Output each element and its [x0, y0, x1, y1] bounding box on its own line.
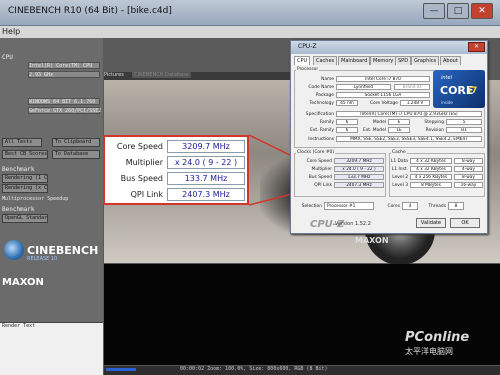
callout-bus-speed-value: 133.7 MHz: [167, 172, 245, 185]
tab-mainboard[interactable]: Mainboard: [338, 56, 371, 65]
cpu-name-value: Intel Core i7 870: [336, 76, 430, 82]
l2-label: Level 2: [392, 175, 408, 180]
l2-way: 8-way: [454, 174, 483, 180]
clock-core-speed-value: 3209.7 MHz: [334, 158, 384, 164]
cpuz-close-button[interactable]: ✕: [468, 42, 485, 52]
package-value: Socket 1156 LGA: [336, 92, 430, 98]
l1d-value: 4 x 32 KBytes: [410, 158, 452, 164]
pconline-watermark: PConline: [405, 330, 470, 345]
validate-button[interactable]: Validate: [416, 218, 446, 228]
l1d-label: L1 Data: [390, 159, 408, 164]
tab-caches[interactable]: Caches: [313, 56, 338, 65]
ext-family-label: Ext. Family: [309, 128, 334, 133]
l1d-way: 8-way: [454, 158, 483, 164]
cpuz-titlebar: [291, 41, 487, 54]
inside-logo-text: inside: [441, 100, 453, 105]
clock-qpi-label: QPI Link: [314, 183, 332, 188]
cpuz-version: Version 1.52.2: [335, 221, 371, 227]
revision-value: B1: [446, 127, 482, 133]
codename-value: Lynnfield: [336, 84, 391, 90]
i7-logo-text: i7: [468, 86, 478, 96]
tab-spd[interactable]: SPD: [395, 56, 412, 65]
instructions-value: MMX, SSE, SSE2, SSE3, SSSE3, SSE4.1, SSE…: [336, 136, 482, 142]
callout-core-speed-label: Core Speed: [116, 142, 163, 151]
clocks-group-label: Clocks (Core #0): [296, 150, 336, 155]
callout-multiplier-label: Multiplier: [125, 158, 163, 167]
model-label: Model: [372, 120, 386, 125]
family-label: Family: [319, 120, 334, 125]
cache-group-label: Cache: [391, 150, 407, 155]
processor-group-label: Processor: [296, 67, 320, 72]
l1i-way: 4-way: [454, 166, 483, 172]
pconline-chinese-watermark: 太平洋电脑网: [405, 347, 453, 356]
selection-label: Selection: [301, 204, 322, 209]
l2-value: 4 x 256 KBytes: [410, 174, 452, 180]
clock-qpi-value: 2407.3 MHz: [334, 182, 384, 188]
clock-multiplier-label: Multiplier: [311, 167, 332, 172]
threads-label: Threads: [428, 204, 446, 209]
cores-value: 4: [402, 202, 418, 210]
family-value: 6: [336, 119, 358, 125]
selection-dropdown[interactable]: Processor #1: [324, 202, 374, 210]
callout-multiplier-value: x 24.0 ( 9 - 22 ): [167, 156, 245, 169]
cpuz-title: CPU-Z: [298, 43, 317, 50]
specification-value: Intel(R) Core(TM) i7 CPU 870 @ 2.93GHz (…: [336, 111, 482, 117]
model-value: E: [388, 119, 410, 125]
clock-core-speed-label: Core Speed: [306, 159, 332, 164]
technology-label: Technology: [309, 101, 334, 106]
ext-family-value: 6: [336, 127, 358, 133]
close-icon: ✕: [473, 43, 480, 50]
intel-logo-text: intel: [441, 75, 452, 81]
tab-cpu[interactable]: CPU: [294, 56, 311, 65]
threads-value: 8: [448, 202, 464, 210]
package-label: Package: [315, 93, 334, 98]
revision-label: Revision: [425, 128, 444, 133]
clock-bus-speed-label: Bus Speed: [308, 175, 332, 180]
specification-label: Specification: [305, 112, 334, 117]
callout-qpi-value: 2407.3 MHz: [167, 188, 245, 201]
stepping-value: 5: [446, 119, 482, 125]
core-voltage-value: 1.248 V: [400, 100, 430, 106]
callout-qpi-label: QPI Link: [130, 190, 163, 199]
clock-bus-speed-value: 133.7 MHz: [334, 174, 384, 180]
cores-label: Cores: [387, 204, 400, 209]
codename-label: Code Name: [308, 85, 334, 90]
l3-way: 16-way: [454, 182, 483, 188]
l3-value: 8 MBytes: [410, 182, 452, 188]
l1i-value: 4 x 32 KBytes: [410, 166, 452, 172]
stepping-label: Stepping: [424, 120, 444, 125]
technology-value: 45 nm: [336, 100, 358, 106]
name-label: Name: [321, 77, 334, 82]
brand-id-value: Brand ID: [394, 84, 430, 90]
core-voltage-label: Core Voltage: [369, 101, 398, 106]
ext-model-value: 1E: [388, 127, 410, 133]
tab-about[interactable]: About: [440, 56, 461, 65]
tab-memory[interactable]: Memory: [370, 56, 397, 65]
clock-multiplier-value: x 24.0 ( 9 - 22 ): [334, 166, 384, 172]
instructions-label: Instructions: [308, 137, 334, 142]
ok-button[interactable]: OK: [450, 218, 480, 228]
l3-label: Level 3: [392, 183, 408, 188]
callout-core-speed-value: 3209.7 MHz: [167, 140, 245, 153]
tab-graphics[interactable]: Graphics: [411, 56, 440, 65]
l1i-label: L1 Inst.: [391, 167, 408, 172]
callout-bus-speed-label: Bus Speed: [120, 174, 163, 183]
ext-model-label: Ext. Model: [362, 128, 386, 133]
